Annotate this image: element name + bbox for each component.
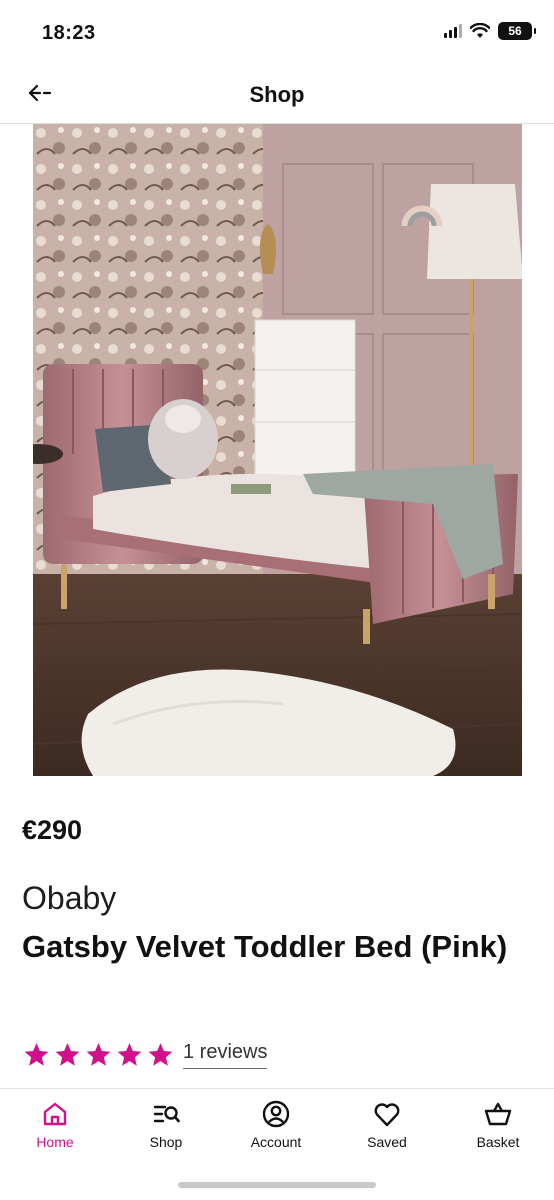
home-icon (43, 1102, 67, 1126)
shop-search-icon (153, 1105, 180, 1123)
tab-label: Saved (367, 1134, 407, 1150)
star-icon (148, 1043, 173, 1066)
reviews-link[interactable]: 1 reviews (183, 1041, 268, 1069)
product-price: €290 (22, 815, 83, 845)
wifi-icon (470, 23, 490, 38)
rating-row: 1 reviews (22, 1041, 268, 1069)
tab-saved[interactable]: Saved (332, 1099, 442, 1150)
tab-shop[interactable]: Shop (111, 1099, 221, 1150)
cellular-signal-icon (444, 24, 462, 38)
star-icon (24, 1043, 49, 1066)
tab-basket[interactable]: Basket (443, 1099, 553, 1150)
product-title: Gatsby Velvet Toddler Bed (Pink) (22, 929, 508, 964)
star-icon (117, 1043, 142, 1066)
tab-label: Account (250, 1134, 302, 1150)
page-title: Shop (249, 82, 305, 107)
star-icon (86, 1043, 111, 1066)
tab-label: Home (36, 1134, 74, 1150)
battery-icon: 56 (498, 22, 536, 40)
basket-icon (484, 1102, 512, 1126)
tab-label: Basket (476, 1134, 520, 1150)
home-indicator (178, 1182, 376, 1188)
star-rating (22, 1041, 175, 1069)
account-icon (262, 1100, 290, 1128)
status-icons: 56 (444, 22, 536, 40)
tab-label: Shop (149, 1134, 183, 1150)
product-brand: Obaby (22, 880, 117, 916)
status-time: 18:23 (42, 22, 96, 44)
tab-home[interactable]: Home (0, 1099, 110, 1150)
tab-account[interactable]: Account (221, 1099, 331, 1150)
product-image[interactable] (33, 124, 522, 776)
status-bar: 18:23 56 (0, 0, 554, 66)
star-icon (55, 1043, 80, 1066)
top-navigation-bar: Shop (0, 66, 554, 124)
heart-icon (374, 1103, 400, 1127)
